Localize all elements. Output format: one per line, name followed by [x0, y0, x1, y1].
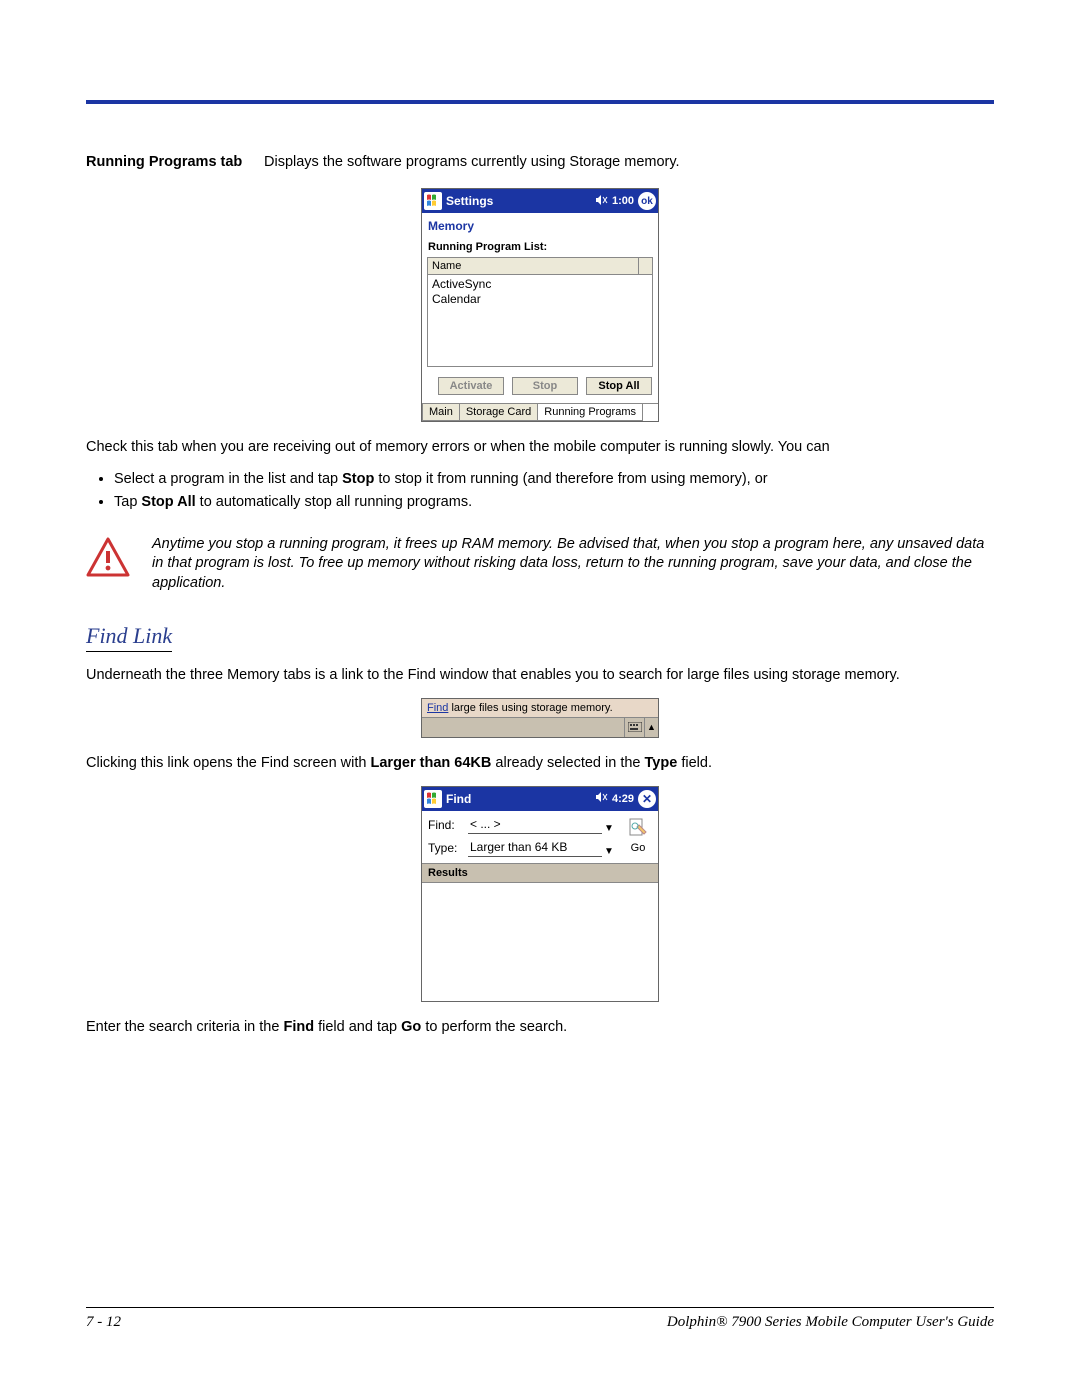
running-programs-list[interactable]: ActiveSync Calendar — [427, 275, 653, 367]
find-link-text: large files using storage memory. — [448, 702, 612, 714]
find-link-heading: Find Link — [86, 623, 172, 652]
list-item: Select a program in the list and tap Sto… — [114, 470, 994, 490]
stop-instructions-list: Select a program in the list and tap Sto… — [114, 470, 994, 513]
text: field and tap — [314, 1019, 401, 1035]
tab-bar: Main Storage Card Running Programs — [422, 403, 658, 421]
warning-callout: Anytime you stop a running program, it f… — [86, 535, 994, 594]
go-icon — [628, 817, 648, 837]
list-item[interactable]: Calendar — [432, 292, 648, 307]
type-value[interactable]: Larger than 64 KB — [468, 840, 602, 857]
check-tab-paragraph: Check this tab when you are receiving ou… — [86, 438, 994, 458]
text: already selected in the — [491, 755, 644, 771]
keyboard-icon[interactable] — [624, 718, 644, 737]
start-flag-icon[interactable] — [424, 790, 442, 808]
click-link-paragraph: Clicking this link opens the Find screen… — [86, 754, 994, 774]
column-gripper[interactable] — [639, 257, 653, 275]
text: field. — [677, 755, 712, 771]
text-bold: Type — [645, 755, 678, 771]
type-select[interactable]: Larger than 64 KB ▼ — [468, 840, 616, 857]
sip-arrow-icon[interactable]: ▲ — [644, 718, 658, 737]
settings-titlebar: Settings 1:00 ok — [422, 189, 658, 213]
start-flag-icon[interactable] — [424, 192, 442, 210]
text-bold: Find — [283, 1019, 314, 1035]
type-label: Type: — [428, 841, 468, 855]
go-label: Go — [624, 842, 652, 854]
tab-storage-card[interactable]: Storage Card — [459, 404, 538, 421]
warning-text: Anytime you stop a running program, it f… — [152, 535, 994, 594]
find-value[interactable]: < ... > — [468, 817, 602, 834]
text: Enter the search criteria in the — [86, 1019, 283, 1035]
text: Tap — [114, 494, 141, 510]
stop-all-button[interactable]: Stop All — [586, 377, 652, 395]
clock-time[interactable]: 1:00 — [612, 195, 634, 207]
enter-criteria-paragraph: Enter the search criteria in the Find fi… — [86, 1018, 994, 1038]
warning-icon — [86, 537, 130, 577]
find-window: Find 4:29 ✕ Find: < ... > — [421, 786, 659, 1002]
results-list[interactable] — [422, 883, 658, 1001]
text: to stop it from running (and therefore f… — [374, 471, 767, 487]
clock-time[interactable]: 4:29 — [612, 793, 634, 805]
chevron-down-icon[interactable]: ▼ — [602, 846, 616, 857]
page-number: 7 - 12 — [86, 1314, 121, 1331]
volume-icon[interactable] — [595, 791, 608, 806]
text-bold: Go — [401, 1019, 421, 1035]
settings-title: Settings — [446, 194, 493, 208]
text: to automatically stop all running progra… — [196, 494, 472, 510]
stop-button[interactable]: Stop — [512, 377, 578, 395]
tab-main[interactable]: Main — [422, 404, 460, 421]
page-top-rule — [86, 100, 994, 104]
activate-button[interactable]: Activate — [438, 377, 504, 395]
text: Select a program in the list and tap — [114, 471, 342, 487]
ok-button[interactable]: ok — [638, 192, 656, 210]
running-programs-desc: Displays the software programs currently… — [264, 154, 994, 170]
text-bold: Larger than 64KB — [371, 755, 492, 771]
applet-title: Memory — [422, 213, 658, 241]
page-footer: 7 - 12 Dolphin® 7900 Series Mobile Compu… — [86, 1307, 994, 1331]
text-bold: Stop All — [141, 494, 195, 510]
close-button[interactable]: ✕ — [638, 790, 656, 808]
results-header: Results — [422, 863, 658, 883]
find-input[interactable]: < ... > ▼ — [468, 817, 616, 834]
go-button[interactable]: Go — [624, 817, 652, 863]
settings-window: Settings 1:00 ok Memory Running Program … — [421, 188, 659, 422]
list-item: Tap Stop All to automatically stop all r… — [114, 493, 994, 513]
guide-title: Dolphin® 7900 Series Mobile Computer Use… — [667, 1314, 994, 1331]
running-programs-label: Running Programs tab — [86, 154, 264, 170]
running-program-list-label: Running Program List: — [422, 241, 658, 257]
name-column-header[interactable]: Name — [427, 257, 639, 275]
text: Clicking this link opens the Find screen… — [86, 755, 371, 771]
find-label: Find: — [428, 818, 468, 832]
list-item[interactable]: ActiveSync — [432, 277, 648, 292]
volume-icon[interactable] — [595, 194, 608, 209]
find-titlebar: Find 4:29 ✕ — [422, 787, 658, 811]
text: to perform the search. — [421, 1019, 567, 1035]
find-link-bar: Find large files using storage memory. ▲ — [421, 698, 659, 738]
find-link[interactable]: Find — [427, 702, 448, 714]
running-programs-row: Running Programs tab Displays the softwa… — [86, 154, 994, 170]
chevron-down-icon[interactable]: ▼ — [602, 823, 616, 834]
find-link-intro: Underneath the three Memory tabs is a li… — [86, 666, 994, 686]
list-header: Name — [427, 257, 653, 275]
tab-running-programs[interactable]: Running Programs — [537, 404, 643, 421]
text-bold: Stop — [342, 471, 374, 487]
find-title: Find — [446, 792, 471, 806]
